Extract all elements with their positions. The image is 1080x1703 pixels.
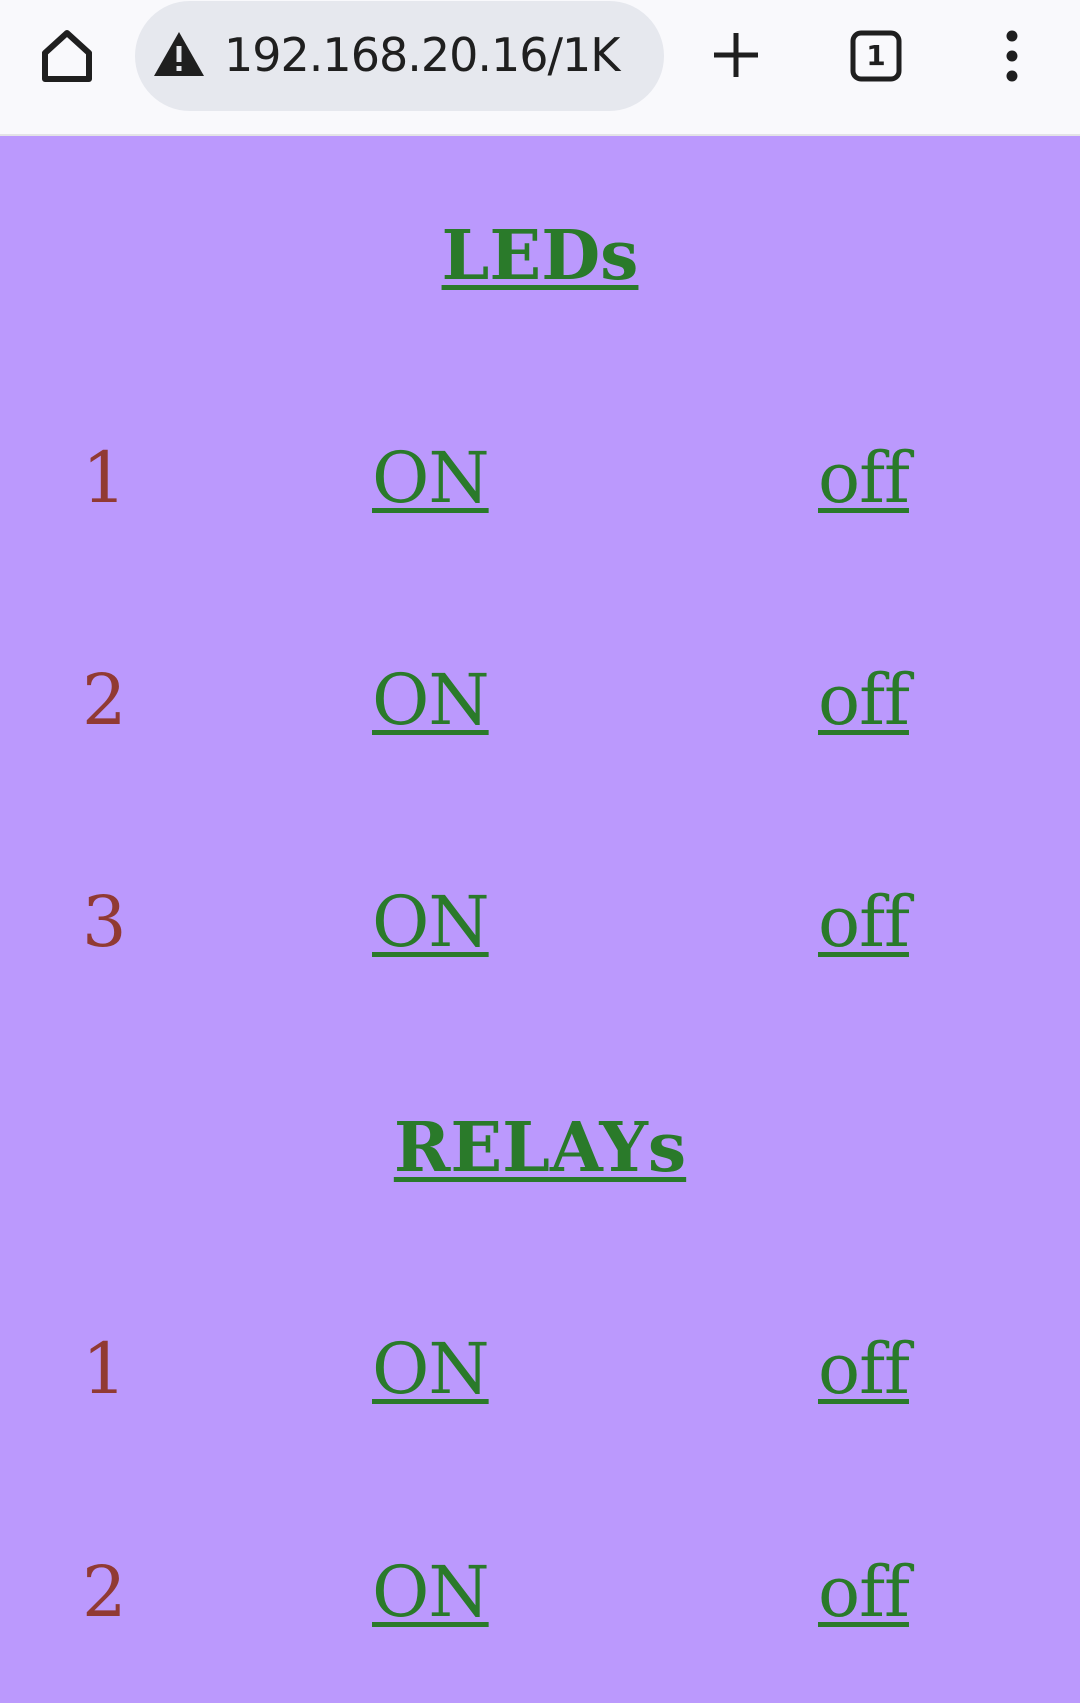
page-content: LEDs 1 ON off 2 ON off 3 ON off RELAYs 1… xyxy=(0,136,1080,1703)
led-number: 3 xyxy=(82,881,127,963)
led-row-3: 3 ON off xyxy=(0,882,1080,962)
more-vert-icon xyxy=(1006,30,1018,82)
address-bar[interactable]: 192.168.20.16/1K xyxy=(135,1,664,111)
new-tab-button[interactable] xyxy=(708,27,764,83)
relay-row-1: 1 ON off xyxy=(0,1329,1080,1409)
led-2-off-link[interactable]: off xyxy=(818,660,910,740)
tab-count: 1 xyxy=(866,39,886,72)
url-text[interactable]: 192.168.20.16/1K xyxy=(224,25,620,85)
led-3-on-link[interactable]: ON xyxy=(372,882,490,962)
plus-icon xyxy=(714,33,758,77)
led-1-on-link[interactable]: ON xyxy=(372,438,490,518)
tab-switcher-button[interactable]: 1 xyxy=(850,30,902,82)
relays-heading: RELAYs xyxy=(393,1108,687,1188)
relay-1-off-link[interactable]: off xyxy=(818,1329,910,1409)
led-row-1: 1 ON off xyxy=(0,438,1080,518)
led-number: 1 xyxy=(82,437,127,519)
relay-2-on-link[interactable]: ON xyxy=(372,1552,490,1632)
relay-row-2: 2 ON off xyxy=(0,1552,1080,1632)
menu-button[interactable] xyxy=(1000,28,1024,84)
led-3-off-link[interactable]: off xyxy=(818,882,910,962)
led-2-on-link[interactable]: ON xyxy=(372,660,490,740)
relay-number: 2 xyxy=(82,1551,127,1633)
warning-icon[interactable] xyxy=(152,30,206,78)
led-number: 2 xyxy=(82,659,127,741)
home-icon xyxy=(42,30,92,82)
relay-1-on-link[interactable]: ON xyxy=(372,1329,490,1409)
led-1-off-link[interactable]: off xyxy=(818,438,910,518)
home-button[interactable] xyxy=(36,25,98,87)
led-row-2: 2 ON off xyxy=(0,660,1080,740)
relay-number: 1 xyxy=(82,1328,127,1410)
leds-heading: LEDs xyxy=(441,216,639,296)
browser-toolbar: 192.168.20.16/1K 1 xyxy=(0,0,1080,136)
relay-2-off-link[interactable]: off xyxy=(818,1552,910,1632)
